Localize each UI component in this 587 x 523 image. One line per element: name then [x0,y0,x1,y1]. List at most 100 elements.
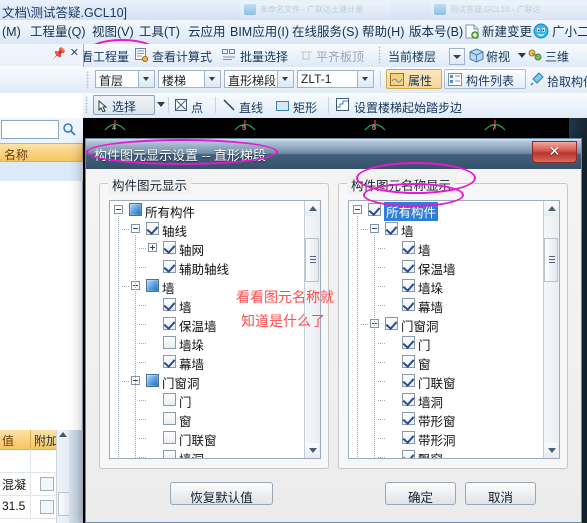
chevron-down-icon[interactable] [518,53,526,58]
tree-node-checkbox[interactable] [385,317,398,330]
menu-item-version[interactable]: 版本号(B) [409,24,463,40]
tree-node-checkbox[interactable] [163,317,176,330]
chevron-down-icon[interactable] [357,71,373,87]
line-tool-label[interactable]: 直线 [239,99,263,116]
ghost-tab-1[interactable]: 未命名文件 - 广联达土建计量 [240,1,390,19]
collapse-icon[interactable] [114,205,123,214]
search-input[interactable] [1,120,59,139]
scrollbar-thumb[interactable] [544,238,558,282]
chevron-down-icon[interactable] [157,102,165,107]
collapse-icon[interactable] [370,224,379,233]
menu-item-assistant[interactable]: 广小二 [552,24,587,40]
menu-item-quantity[interactable]: 工程量(Q) [30,24,86,40]
left-list-selected-row[interactable] [0,162,82,182]
search-icon[interactable] [63,123,76,136]
point-tool-label[interactable]: 点 [191,99,203,116]
category-combo[interactable]: 楼梯 [158,70,221,88]
tree-node-checkbox[interactable] [163,393,176,406]
menu-item-bim[interactable]: BIM应用(I) [230,24,289,40]
tree-node-checkbox[interactable] [163,298,176,311]
component-list-button[interactable]: 构件列表 [444,69,526,89]
property-grid-checkbox[interactable] [40,500,54,514]
tree-node-checkbox[interactable] [402,355,415,368]
tree-node-checkbox[interactable] [402,374,415,387]
menu-item-cloud[interactable]: 云应用 [188,24,226,40]
tree-node-container[interactable]: 所有构件墙墙保温墙墙垛幕墙门窗洞门窗门联窗墙洞带形窗带形洞飘窗老虎窗过梁壁龛天窗 [349,201,544,458]
menu-item-m[interactable]: (M) [2,24,21,40]
menu-item-online[interactable]: 在线服务(S) [292,24,359,40]
scroll-up-arrow-icon[interactable] [544,201,558,216]
tree-node-checkbox[interactable] [385,222,398,235]
tree-node-checkbox[interactable] [402,412,415,425]
component-type-combo[interactable]: 直形梯段 [224,70,294,88]
pin-icon[interactable]: 📌 [52,47,66,60]
scroll-up-arrow-icon[interactable] [59,432,67,437]
menu-item-help[interactable]: 帮助(H) [362,24,404,40]
ok-button[interactable]: 确定 [385,482,456,505]
close-icon[interactable]: ✕ [70,46,79,59]
restore-defaults-button[interactable]: 恢复默认值 [170,482,273,505]
property-grid-checkbox[interactable] [40,477,54,491]
select-tool-button[interactable]: 选择 [93,95,155,115]
tree-node-checkbox[interactable] [402,450,415,458]
chevron-down-icon[interactable] [277,71,293,87]
property-grid-cell: 31.5 [2,499,26,513]
close-icon[interactable]: ✕ [532,141,577,163]
toolbar-view-formula[interactable]: 查看计算式 [152,48,212,65]
tree-node-checkbox[interactable] [146,279,159,292]
current-floor-dropdown[interactable] [449,48,465,65]
tree-node-checkbox[interactable] [402,336,415,349]
tree-node-checkbox[interactable] [402,431,415,444]
tree-node-checkbox[interactable] [402,260,415,273]
menu-item-view[interactable]: 视图(V) [92,24,134,40]
scroll-down-arrow-icon[interactable] [544,443,558,458]
tree-node-checkbox[interactable] [402,279,415,292]
pick-component-label[interactable]: 拾取构件 [547,73,587,90]
tree-node-checkbox[interactable] [163,450,176,458]
tree-node-checkbox[interactable] [402,241,415,254]
tree-connector [378,457,386,458]
rect-icon [276,100,289,114]
tree-node-checkbox[interactable] [163,336,176,349]
tree-node-checkbox[interactable] [163,241,176,254]
stair-start-label[interactable]: 设置楼梯起始踏步边 [354,99,462,116]
left-list-body[interactable] [0,181,83,430]
menu-item-tools[interactable]: 工具(T) [139,24,180,40]
rect-tool-label[interactable]: 矩形 [293,99,317,116]
ghost-tab-2[interactable]: 测试答疑.GCL10 - 广联达 [430,1,587,19]
expand-icon[interactable] [148,243,157,252]
toolbar-batch-select[interactable]: 批量选择 [240,48,288,65]
tree-node-checkbox[interactable] [163,260,176,273]
tree-node-checkbox[interactable] [368,203,381,216]
three-d-icon [527,48,542,66]
collapse-icon[interactable] [131,224,140,233]
menu-item-new-change[interactable]: 新建变更 [482,24,532,40]
cancel-button[interactable]: 取消 [465,482,536,505]
tree-node-checkbox[interactable] [163,355,176,368]
scrollbar-thumb[interactable] [305,238,319,282]
tree-node-checkbox[interactable] [163,412,176,425]
dialog-title: 构件图元显示设置 -- 直形梯段 [94,148,266,163]
toolbar-top-view[interactable]: 俯视 [486,48,510,65]
right-tree-scrollbar[interactable] [543,201,559,458]
tree-node-checkbox[interactable] [146,222,159,235]
left-list-header: 名称 [0,143,83,162]
chevron-down-icon[interactable] [138,71,154,87]
scroll-down-arrow-icon[interactable] [305,443,319,458]
property-grid-scrollbar[interactable] [56,430,71,523]
chevron-down-icon[interactable] [204,71,220,87]
collapse-icon[interactable] [353,205,362,214]
floor-combo[interactable]: 首层 [95,70,155,88]
tree-node-checkbox[interactable] [163,431,176,444]
dialog-titlebar[interactable]: 构件图元显示设置 -- 直形梯段 ✕ [86,139,581,170]
component-name-combo[interactable]: ZLT-1 [297,70,374,88]
batch-select-icon [222,49,236,64]
tree-node-checkbox[interactable] [146,374,159,387]
properties-button[interactable]: 属性 [386,69,442,89]
component-name-display-tree[interactable]: 所有构件墙墙保温墙墙垛幕墙门窗洞门窗门联窗墙洞带形窗带形洞飘窗老虎窗过梁壁龛天窗 [348,200,560,459]
tree-node-checkbox[interactable] [402,298,415,311]
toolbar-three-d[interactable]: 三维 [545,48,569,65]
scroll-up-arrow-icon[interactable] [305,201,319,216]
tree-node-checkbox[interactable] [402,393,415,406]
tree-node-checkbox[interactable] [129,203,142,216]
